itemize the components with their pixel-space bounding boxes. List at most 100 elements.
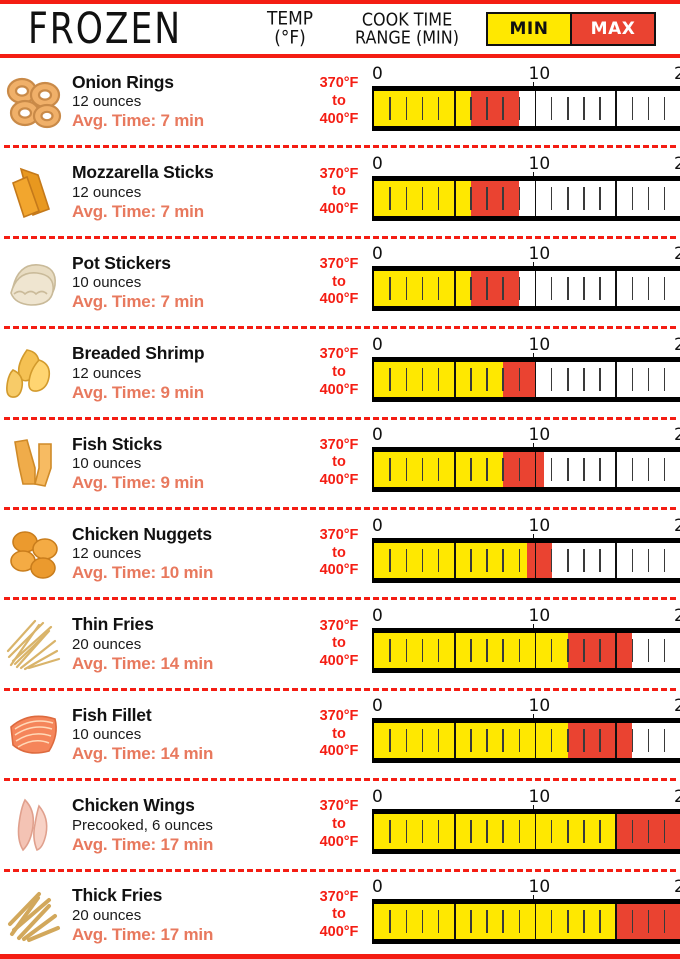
bar-hatch-mark <box>421 187 424 211</box>
bar-hatch-mark <box>502 277 504 301</box>
bar-hatch-mark <box>583 96 585 120</box>
bar-hatch-mark <box>583 729 585 753</box>
bar-hatch-mark <box>437 819 440 843</box>
cook-time-axis: 0 10 20 <box>372 425 680 468</box>
temp-low: 370°F <box>319 436 359 453</box>
food-weight: 12 ounces <box>72 93 142 111</box>
bar-hatch-mark <box>631 910 634 934</box>
bar-block-divider <box>534 181 537 217</box>
mozzarella-sticks-icon <box>4 156 66 228</box>
cook-time-bar <box>372 718 680 764</box>
bar-hatch-mark <box>663 639 666 663</box>
temp-low: 370°F <box>319 798 359 815</box>
bar-block-divider <box>453 542 456 578</box>
chicken-nuggets-icon <box>4 518 66 590</box>
axis-tick-label: 0 <box>372 63 383 84</box>
bar-hatch-mark <box>631 639 634 663</box>
temp-high: 400°F <box>319 381 359 398</box>
table-row: Chicken Nuggets 12 ounces Avg. Time: 10 … <box>0 510 680 597</box>
axis-tick-label: 20 <box>674 606 680 627</box>
temperature-range: 370°F to 400°F <box>310 527 368 580</box>
bar-hatch-mark <box>599 367 601 391</box>
bar-hatch-mark <box>550 458 553 482</box>
food-average-time: Avg. Time: 7 min <box>72 111 204 131</box>
temp-high: 400°F <box>319 924 359 941</box>
legend-max-chip: MAX <box>572 14 654 44</box>
axis-tick-label: 10 <box>528 154 551 175</box>
bar-hatch-mark <box>647 729 650 753</box>
bar-hatch-mark <box>502 187 504 211</box>
bar-hatch-mark <box>470 819 472 843</box>
bar-hatch-mark <box>470 187 472 211</box>
bar-hatch-mark <box>631 458 634 482</box>
bar-hatch-mark <box>567 729 569 753</box>
bar-hatch-mark <box>502 96 504 120</box>
axis-tick-label: 10 <box>528 515 551 536</box>
bar-segment-max <box>503 452 544 488</box>
bar-block-divider <box>534 271 537 307</box>
bar-hatch-mark <box>486 96 488 120</box>
bar-hatch-mark <box>567 96 569 120</box>
food-average-time: Avg. Time: 10 min <box>72 563 214 583</box>
bar-hatch-mark <box>647 96 650 120</box>
temp-connector: to <box>332 183 346 200</box>
axis-tick-label: 20 <box>674 696 680 717</box>
cooktime-header-line2: RANGE (MIN) <box>355 26 459 49</box>
bar-hatch-mark <box>421 367 424 391</box>
food-info: Breaded Shrimp 12 ounces Avg. Time: 9 mi… <box>72 345 312 401</box>
cook-time-axis: 0 10 20 <box>372 786 680 829</box>
bar-hatch-mark <box>437 639 440 663</box>
bar-hatch-mark <box>389 458 391 482</box>
cook-time-bar-wrap: 0 10 20 <box>372 606 680 680</box>
bar-block-divider <box>534 542 537 578</box>
thick-fries-icon <box>4 879 66 951</box>
bar-hatch-mark <box>583 367 585 391</box>
bar-block-divider <box>534 813 537 849</box>
cook-time-axis: 0 10 20 <box>372 606 680 649</box>
bar-hatch-mark <box>550 187 553 211</box>
bar-block-divider <box>453 813 456 849</box>
food-info: Chicken Nuggets 12 ounces Avg. Time: 10 … <box>72 523 312 583</box>
axis-tick-label: 10 <box>528 786 551 807</box>
chart-header: FROZEN TEMP (°F) COOK TIME RANGE (MIN) M… <box>0 4 680 54</box>
bar-hatch-mark <box>389 548 391 572</box>
bar-hatch-mark <box>583 187 585 211</box>
food-name: Chicken Nuggets <box>72 523 212 544</box>
bar-hatch-mark <box>599 187 601 211</box>
food-name: Thin Fries <box>72 614 154 635</box>
bar-hatch-mark <box>631 548 634 572</box>
temperature-range: 370°F to 400°F <box>310 346 368 399</box>
bar-hatch-mark <box>502 819 504 843</box>
bar-block-divider <box>453 633 456 669</box>
bar-hatch-mark <box>437 96 440 120</box>
bar-hatch-mark <box>663 729 666 753</box>
bar-hatch-mark <box>389 367 391 391</box>
cook-time-bar <box>372 447 680 493</box>
bar-hatch-mark <box>470 277 472 301</box>
bar-block-divider <box>615 633 618 669</box>
cook-time-axis: 0 10 20 <box>372 696 680 739</box>
bar-block-divider <box>534 361 537 397</box>
bar-hatch-mark <box>583 910 585 934</box>
temp-connector: to <box>332 454 346 471</box>
bar-hatch-mark <box>486 819 488 843</box>
bar-block-divider <box>615 181 618 217</box>
onion-rings-icon <box>4 66 66 138</box>
bar-hatch-mark <box>518 367 521 391</box>
axis-tick-label: 20 <box>674 515 680 536</box>
bar-hatch-mark <box>421 548 424 572</box>
bar-hatch-mark <box>389 729 391 753</box>
bar-hatch-mark <box>421 819 424 843</box>
axis-tick-label: 10 <box>528 334 551 355</box>
legend-min-chip: MIN <box>488 14 572 44</box>
bar-hatch-mark <box>437 729 440 753</box>
bar-hatch-mark <box>663 367 666 391</box>
bar-block-divider <box>453 723 456 759</box>
bar-hatch-mark <box>518 548 521 572</box>
temp-high: 400°F <box>319 652 359 669</box>
bar-hatch-mark <box>502 639 504 663</box>
bar-hatch-mark <box>583 819 585 843</box>
bar-block-divider <box>615 813 618 849</box>
table-row: Chicken Wings Precooked, 6 ounces Avg. T… <box>0 781 680 868</box>
axis-tick-label: 20 <box>674 877 680 898</box>
